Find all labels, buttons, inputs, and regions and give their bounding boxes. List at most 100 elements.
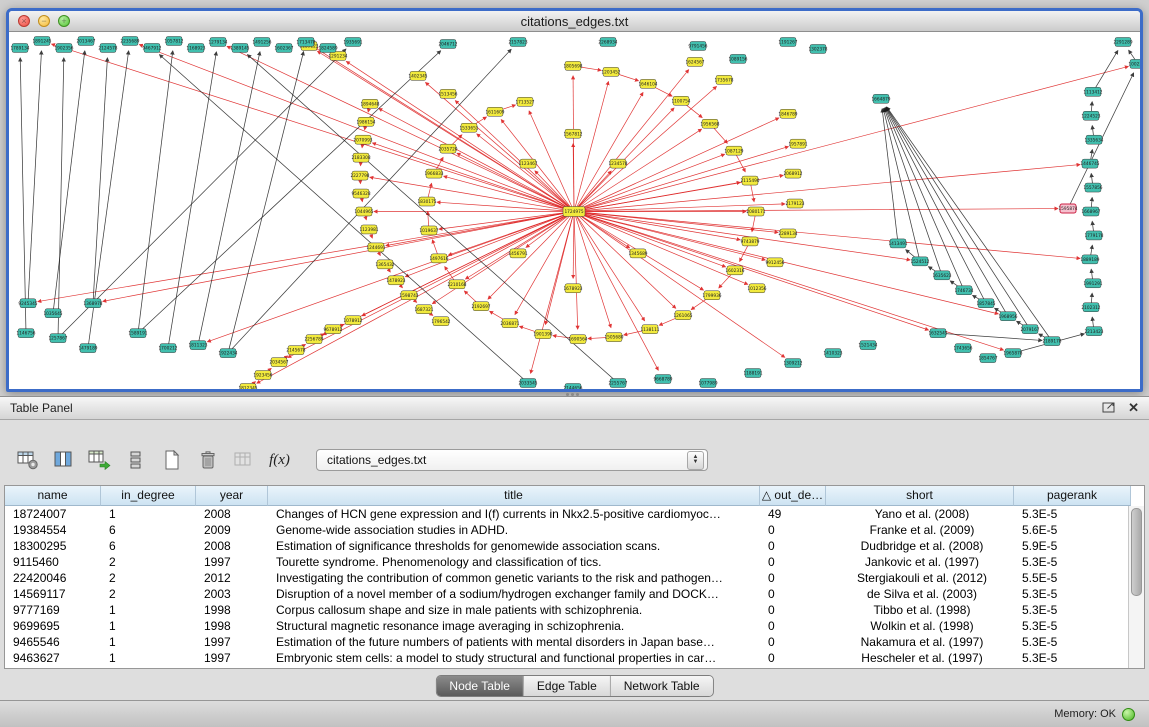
graph-node[interactable]: 1935691 [343,37,362,46]
graph-node[interactable]: 1168923 [186,43,205,52]
graph-node[interactable]: 1743656 [953,344,972,353]
graph-node[interactable]: 2192697 [471,302,490,311]
panel-resize-handle[interactable] [564,393,580,398]
column-header-year[interactable]: year [196,486,268,506]
graph-node[interactable]: 2080171 [746,207,765,216]
graph-node[interactable]: 1345689 [628,249,647,258]
graph-node[interactable]: 1089156 [728,54,747,63]
graph-node[interactable]: 1123981 [359,225,378,234]
graph-node[interactable]: 1505680 [604,333,623,342]
graph-node[interactable]: 1922434 [218,349,237,358]
column-header-name[interactable]: name [5,486,101,506]
graph-node[interactable]: 1309212 [783,359,802,368]
graph-node[interactable]: 2035720 [438,144,457,153]
graph-node[interactable]: 1966833 [424,169,443,178]
graph-node[interactable]: 1687321 [414,305,433,314]
show-columns-icon[interactable] [50,447,77,474]
graph-node[interactable]: 1491256 [252,37,271,46]
graph-node[interactable]: 1598743 [399,291,418,300]
graph-node[interactable]: 1668967 [1081,207,1100,216]
graph-node[interactable]: 2179123 [785,199,804,208]
graph-node[interactable]: 1087129 [724,146,743,155]
table-row[interactable]: 969969511998Structural magnetic resonanc… [5,618,1144,634]
graph-node[interactable]: 1410323 [823,349,842,358]
graph-node[interactable]: 2079167 [1020,325,1039,334]
new-table-icon[interactable] [158,447,185,474]
graph-node[interactable]: 1735678 [714,75,733,84]
graph-node[interactable]: 2013467 [76,36,95,45]
graph-node[interactable]: 1824589 [318,43,337,52]
graph-node[interactable]: 1713478 [296,37,315,46]
graph-node[interactable]: 9546328 [351,189,370,198]
graph-node[interactable]: 1302378 [808,44,827,53]
graph-node[interactable]: 2046712 [438,39,457,48]
graph-node[interactable]: 1188191 [743,369,762,378]
graph-node[interactable]: 9467912 [142,43,161,52]
graph-node[interactable]: 2227798 [350,171,369,180]
graph-node[interactable]: 1986154 [356,117,375,126]
graph-node[interactable]: 1902356 [54,43,73,52]
table-row[interactable]: 1938455462009Genome-wide association stu… [5,522,1144,538]
graph-node[interactable]: 1602316 [725,266,744,275]
graph-node[interactable]: 1203452 [601,67,620,76]
scrollbar-thumb[interactable] [1131,508,1142,596]
row-options-icon[interactable] [122,447,149,474]
graph-node[interactable]: 2157823 [508,37,527,46]
graph-node[interactable]: 1991291 [1083,279,1102,288]
graph-node[interactable]: 1078912 [343,316,362,325]
graph-node[interactable]: 1595874 [1058,204,1077,213]
graph-node[interactable]: 1521434 [858,341,877,350]
graph-node[interactable]: 1846789 [778,109,797,118]
graph-node[interactable]: 1002391 [1128,59,1140,68]
graph-node[interactable]: 1257867 [48,334,67,343]
tab-edge-table[interactable]: Edge Table [523,676,610,696]
graph-node[interactable]: 1138111 [640,325,659,334]
graph-node[interactable]: 2289134 [778,229,797,238]
graph-node[interactable]: 1891245 [32,36,51,45]
table-row[interactable]: 1872400712008Changes of HCN gene express… [5,506,1144,522]
close-panel-icon[interactable]: ✕ [1128,400,1139,416]
float-panel-icon[interactable] [1102,401,1116,416]
graph-node[interactable]: 2068912 [783,169,802,178]
graph-node[interactable]: 1513456 [438,89,457,98]
graph-node[interactable]: 2102312 [1081,303,1100,312]
graph-node[interactable]: 1567812 [563,129,582,138]
graph-node[interactable]: 1664879 [871,94,890,103]
graph-node[interactable]: 1894648 [360,99,379,108]
column-header-out_de[interactable]: △ out_de… [760,486,826,506]
graph-node[interactable]: 1478923 [386,276,405,285]
graph-node[interactable]: 1365432 [375,260,394,269]
table-settings-icon[interactable] [14,447,41,474]
graph-node[interactable]: 1044965 [354,207,373,216]
graph-node[interactable]: 1077989 [698,379,717,388]
table-row[interactable]: 946554611997Estimation of the future num… [5,634,1144,650]
graph-node[interactable]: 2115490 [740,176,759,185]
graph-node[interactable]: 1524512 [910,257,929,266]
merge-table-icon[interactable] [230,447,257,474]
graph-node[interactable]: 2033545 [518,379,537,388]
table-row[interactable]: 977716911998Corpus callosum shape and si… [5,602,1144,618]
graph-node[interactable]: 1335634 [1084,135,1103,144]
selector-stepper-icon[interactable]: ▲▼ [687,451,704,470]
graph-node[interactable]: 2144656 [563,384,582,389]
graph-node[interactable]: 1224523 [1081,111,1100,120]
graph-node[interactable]: 1012356 [747,284,766,293]
graph-node[interactable]: 1146756 [16,329,35,338]
graph-node[interactable]: 2291289 [1113,37,1132,46]
graph-node[interactable]: 2268934 [598,37,617,46]
graph-node[interactable]: 1402345 [408,71,427,80]
graph-node[interactable]: 1789134 [10,43,29,52]
graph-node[interactable]: 1724975 [563,207,585,217]
graph-node[interactable]: 1191267 [778,37,797,46]
graph-node[interactable]: 2213423 [1084,327,1103,336]
graph-node[interactable]: 2210168 [447,280,466,289]
graph-node[interactable]: 1812345 [238,384,257,389]
graph-node[interactable]: 2145678 [286,346,305,355]
graph-node[interactable]: 2183308 [351,153,370,162]
graph-node[interactable]: 1589191 [128,329,147,338]
graph-node[interactable]: 1602367 [274,43,293,52]
graph-node[interactable]: 1779178 [1084,231,1103,240]
graph-node[interactable]: 1624567 [685,57,704,66]
graph-node[interactable]: 1857845 [976,299,995,308]
import-table-icon[interactable] [86,447,113,474]
